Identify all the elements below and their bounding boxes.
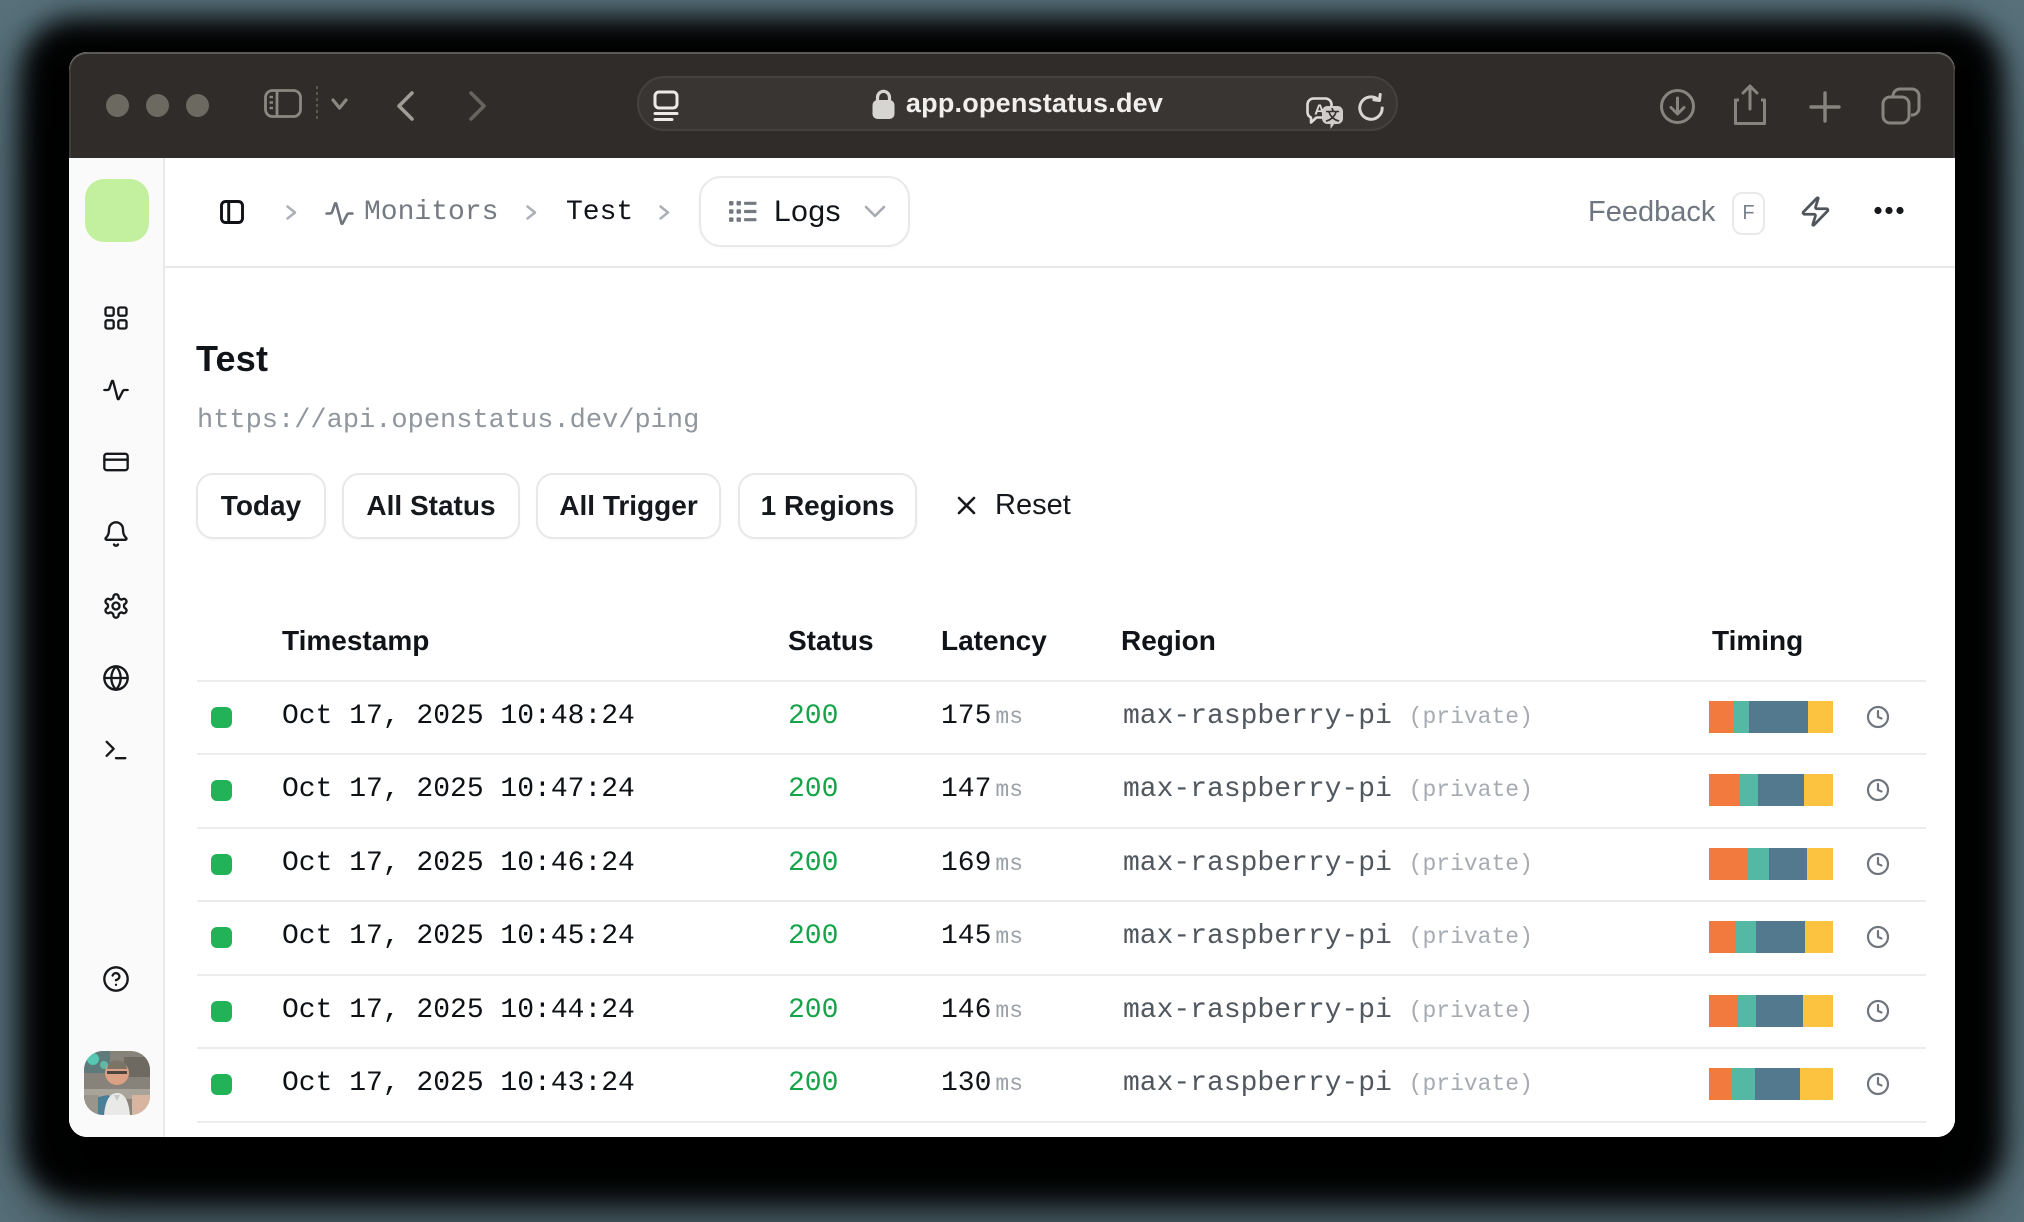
svg-text:文: 文 xyxy=(1326,108,1341,124)
